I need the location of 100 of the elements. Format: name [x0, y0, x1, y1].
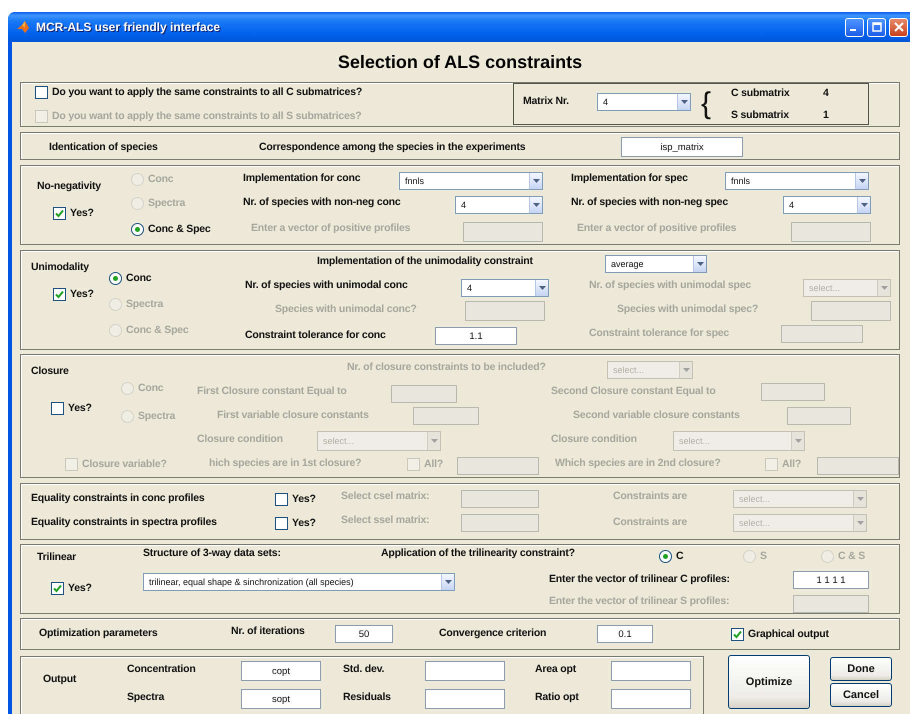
caret-icon [853, 491, 866, 507]
form-label: Optimization parameters [39, 627, 158, 639]
caret-icon [693, 256, 706, 272]
checkbox[interactable]: Yes? [275, 516, 316, 530]
form-label: Species with unimodal spec? [617, 303, 758, 315]
form-label: Output [43, 673, 76, 685]
dropdown[interactable]: 4 [461, 279, 549, 297]
form-label: First variable closure constants [217, 409, 369, 421]
form-label: Enter the vector of trilinear C profiles: [549, 573, 730, 585]
input-field[interactable]: 1.1 [435, 327, 517, 345]
input-field[interactable]: 50 [335, 625, 393, 643]
window-title: MCR-ALS user friendly interface [36, 20, 220, 34]
form-label: Species with unimodal conc? [275, 303, 417, 315]
form-label: Equality constraints in conc profiles [31, 492, 204, 504]
radio-button[interactable]: C [659, 550, 684, 562]
minimize-icon [850, 29, 856, 31]
form-label: Correspondence among the species in the experiments [259, 141, 526, 153]
form-label: Application of the trilinearity constraint? [381, 547, 575, 559]
input-field[interactable]: sopt [241, 689, 321, 709]
form-label: S submatrix [731, 109, 789, 121]
caret-icon [677, 94, 690, 110]
dropdown[interactable]: 4 [597, 93, 691, 111]
caret-icon [855, 173, 868, 189]
form-label: Closure condition [197, 433, 283, 445]
form-label: Matrix Nr. [523, 95, 569, 107]
checkbox[interactable]: Yes? [53, 206, 94, 220]
form-label: hich species are in 1st closure? [209, 457, 362, 469]
form-label: Unimodality [31, 261, 89, 273]
form-label: Nr. of species with unimodal spec [589, 279, 752, 291]
brace-symbol: { [701, 89, 711, 119]
caret-icon [679, 362, 692, 378]
form-label: Identication of species [49, 141, 158, 153]
form-label: Second variable closure constants [573, 409, 740, 421]
form-label: Std. dev. [343, 663, 384, 675]
caret-icon [877, 280, 890, 296]
close-button[interactable] [889, 18, 908, 36]
form-label: Ratio opt [535, 691, 579, 703]
form-label: Convergence criterion [439, 627, 546, 639]
form-label: Equality constraints in spectra profiles [31, 516, 217, 528]
input-field[interactable]: isp_matrix [621, 137, 743, 157]
form-label: Implementation of the unimodality constraint [317, 255, 533, 267]
input-field[interactable] [425, 661, 505, 681]
dropdown[interactable]: fnnls [399, 172, 543, 190]
form-label: Nr. of species with non-neg conc [243, 196, 401, 208]
dropdown[interactable]: 4 [455, 196, 543, 214]
form-label: 4 [823, 87, 829, 99]
optimize-button[interactable]: Optimize [728, 655, 810, 709]
input-field[interactable] [611, 689, 691, 709]
radio-button[interactable]: Conc & Spec [131, 222, 211, 236]
form-label: Closure [31, 365, 69, 377]
input-field[interactable] [611, 661, 691, 681]
app-logo-icon [16, 20, 30, 34]
form-label: Concentration [127, 663, 196, 675]
form-label: Nr. of species with unimodal conc [245, 279, 408, 291]
form-label: Enter the vector of trilinear S profiles: [549, 595, 730, 607]
radio-button[interactable]: Conc [109, 272, 152, 284]
form-label: Spectra [127, 691, 164, 703]
done-button[interactable]: Done [830, 657, 892, 681]
close-icon [894, 22, 904, 32]
form-label: Select ssel matrix: [341, 514, 430, 526]
checkbox[interactable]: Yes? [53, 288, 94, 300]
input-field[interactable] [425, 689, 505, 709]
dialog-heading: Selection of ALS constraints [338, 52, 582, 72]
form-label: Which species are in 2nd closure? [555, 457, 721, 469]
form-label: Select csel matrix: [341, 490, 430, 502]
checkbox[interactable]: Graphical output [731, 628, 829, 640]
input-field[interactable]: 0.1 [597, 625, 653, 643]
caret-icon [791, 432, 804, 450]
form-label: Constraint tolerance for spec [589, 327, 730, 339]
form-label: Structure of 3-way data sets: [143, 547, 281, 559]
maximize-button[interactable] [867, 18, 886, 36]
checkbox[interactable]: Yes? [275, 492, 316, 506]
dropdown[interactable]: fnnls [725, 172, 869, 190]
dropdown[interactable]: average [605, 255, 707, 273]
form-label: Implementation for conc [243, 172, 360, 184]
form-label: Trilinear [37, 551, 76, 563]
input-field[interactable]: copt [241, 661, 321, 681]
caret-icon [427, 432, 440, 450]
form-label: Residuals [343, 691, 391, 703]
form-label: Enter a vector of positive profiles [577, 222, 736, 234]
minimize-button[interactable] [845, 18, 864, 36]
cancel-button[interactable]: Cancel [830, 683, 892, 707]
form-label: Constraints are [613, 516, 688, 528]
caret-icon [441, 574, 454, 590]
form-label: Nr. of closure constraints to be included? [347, 361, 546, 373]
dropdown[interactable]: 4 [783, 196, 871, 214]
caret-icon [535, 280, 548, 296]
form-label: C submatrix [731, 87, 790, 99]
input-field[interactable]: 1 1 1 1 [793, 571, 869, 589]
dropdown[interactable]: trilinear, equal shape & sinchronization (all species) [143, 573, 455, 591]
form-label: Nr. of species with non-neg spec [571, 196, 728, 208]
form-label: Closure condition [551, 433, 637, 445]
form-label: Constraint tolerance for conc [245, 329, 386, 341]
checkbox[interactable]: Do you want to apply the same constraints to all C submatrices? [35, 86, 362, 98]
form-label: Second Closure constant Equal to [551, 385, 716, 397]
caret-icon [853, 515, 866, 531]
form-label: First Closure constant Equal to [197, 385, 347, 397]
form-label: Nr. of iterations [231, 625, 305, 637]
checkbox[interactable]: Yes? [51, 402, 92, 414]
checkbox[interactable]: Yes? [51, 582, 92, 594]
